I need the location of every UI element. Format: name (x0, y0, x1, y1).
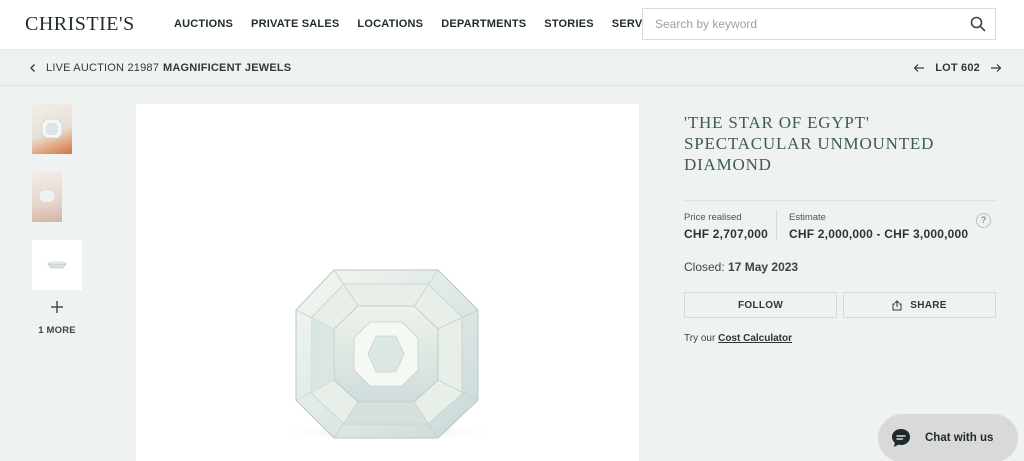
nav-auctions[interactable]: AUCTIONS (174, 18, 233, 30)
cost-calculator-link[interactable]: Cost Calculator (718, 333, 792, 344)
price-label: Price realised (684, 212, 742, 223)
closed-label: Closed: (684, 260, 725, 274)
arrow-right-icon[interactable] (990, 63, 1002, 73)
site-header: CHRISTIE'S AUCTIONS PRIVATE SALES LOCATI… (0, 0, 1024, 50)
search-input[interactable] (655, 17, 955, 31)
diamond-thumbnail-image (47, 261, 67, 269)
diamond-image (278, 269, 498, 442)
thumbnail-2[interactable] (32, 172, 62, 222)
more-images-label: 1 MORE (38, 325, 76, 336)
diamond-thumbnail-image (41, 118, 63, 139)
nav-departments[interactable]: DEPARTMENTS (441, 18, 526, 30)
lot-title: 'THE STAR OF EGYPT' SPECTACULAR UNMOUNTE… (684, 113, 935, 174)
main-nav: AUCTIONS PRIVATE SALES LOCATIONS DEPARTM… (174, 18, 687, 30)
divider (684, 200, 996, 201)
estimate-label: Estimate (789, 212, 826, 223)
lot-number: LOT 602 (935, 62, 980, 74)
breadcrumb-bar: LIVE AUCTION 21987 MAGNIFICENT JEWELS LO… (0, 50, 1024, 86)
nav-private-sales[interactable]: PRIVATE SALES (251, 18, 339, 30)
lot-main-image[interactable] (136, 104, 639, 461)
plus-icon (51, 301, 63, 313)
more-images-button[interactable]: 1 MORE (30, 300, 84, 338)
calc-prefix: Try our (684, 333, 716, 344)
thumbnail-1[interactable] (32, 104, 72, 154)
search-icon[interactable] (970, 16, 986, 32)
chevron-left-icon (30, 64, 35, 72)
share-button[interactable]: SHARE (843, 292, 996, 318)
search-box (642, 8, 996, 40)
estimate: Estimate CHF 2,000,000 - CHF 3,000,000 (789, 212, 968, 241)
arrow-left-icon[interactable] (913, 63, 925, 73)
breadcrumb[interactable]: LIVE AUCTION 21987 MAGNIFICENT JEWELS (28, 62, 291, 74)
closed-date: Closed: 17 May 2023 (684, 260, 798, 274)
chat-bubble-icon (892, 429, 910, 447)
cost-calculator-prompt: Try our Cost Calculator (684, 333, 792, 344)
price-value: CHF 2,707,000 (684, 227, 768, 241)
closed-date-value: 17 May 2023 (728, 260, 799, 274)
price-realised: Price realised CHF 2,707,000 (684, 212, 768, 241)
sale-number: LIVE AUCTION 21987 (46, 62, 160, 74)
lot-navigation: LOT 602 (913, 62, 1002, 74)
nav-stories[interactable]: STORIES (544, 18, 594, 30)
share-icon (892, 299, 902, 310)
sale-title: MAGNIFICENT JEWELS (163, 62, 292, 74)
follow-button[interactable]: FOLLOW (684, 292, 837, 318)
divider (776, 210, 777, 240)
follow-label: FOLLOW (737, 299, 784, 311)
christies-logo[interactable]: CHRISTIE'S (25, 13, 135, 36)
estimate-value: CHF 2,000,000 - CHF 3,000,000 (789, 227, 969, 241)
diamond-thumbnail-image (38, 189, 56, 203)
nav-locations[interactable]: LOCATIONS (357, 18, 423, 30)
share-label: SHARE (910, 299, 947, 311)
chat-button[interactable]: Chat with us (878, 414, 1018, 461)
chat-label: Chat with us (925, 432, 994, 444)
thumbnail-3[interactable] (32, 240, 82, 290)
help-icon[interactable]: ? (976, 213, 991, 228)
